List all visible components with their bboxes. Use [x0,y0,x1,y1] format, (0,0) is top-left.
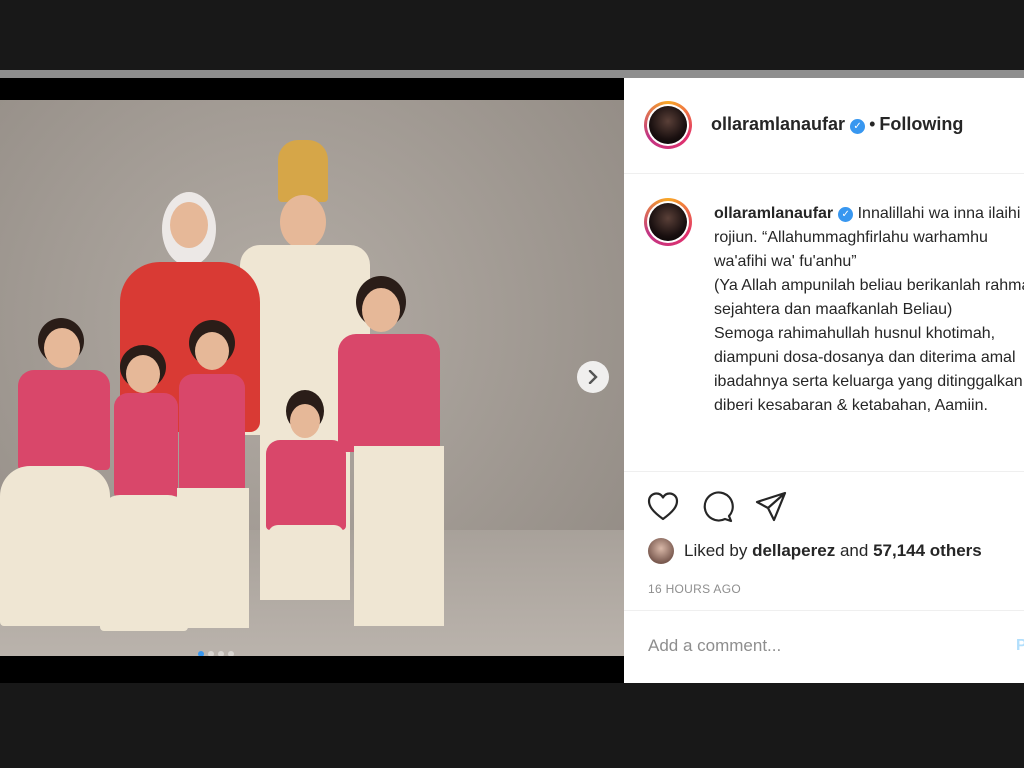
top-gray-strip [0,70,1024,78]
carousel-dots [198,651,234,656]
caption-text: ollaramlanaufar ✓ Innalillahi wa inna ila… [714,202,1024,418]
top-black-bar [0,0,1024,70]
figure-girl-3 [175,320,255,640]
carousel-dot [208,651,214,656]
caption-username[interactable]: ollaramlanaufar [714,205,833,222]
bottom-black-bar [0,683,1024,768]
post-photo[interactable] [0,100,624,656]
liker-avatar[interactable] [648,538,674,564]
caption-avatar[interactable] [644,198,692,246]
post-comment-button[interactable]: P [1016,637,1024,655]
post-media [0,78,624,683]
likes-summary: Liked by dellaperez and 57,144 others [648,538,982,564]
header-separator: • [869,114,876,134]
post-timestamp[interactable]: 16 HOURS AGO [648,582,741,596]
carousel-dot [218,651,224,656]
verified-badge-icon: ✓ [850,119,866,134]
header-text: ollaramlanaufar ✓ • Following [711,114,963,135]
share-icon[interactable] [754,490,788,524]
actions-area: Liked by dellaperez and 57,144 others 16… [624,471,1024,684]
caption-area: ollaramlanaufar ✓ Innalillahi wa inna ila… [624,174,1024,470]
comment-input[interactable] [646,635,990,657]
figure-girl-5 [338,276,448,646]
action-icons [646,490,788,524]
likes-others[interactable]: 57,144 others [873,541,982,561]
profile-avatar[interactable] [644,101,692,149]
post-sidebar: ollaramlanaufar ✓ • Following ollaramlanauf… [624,78,1024,683]
comment-icon[interactable] [700,490,734,524]
following-button[interactable]: Following [879,114,963,134]
carousel-next-button[interactable] [577,361,609,393]
instagram-post: ollaramlanaufar ✓ • Following ollaramlanauf… [0,78,1024,683]
liker-username[interactable]: dellaperez [752,541,835,561]
caption-line: (Ya Allah ampunilah beliau berikanlah ra… [714,277,1024,318]
header-username[interactable]: ollaramlanaufar [711,114,845,134]
carousel-dot [228,651,234,656]
post-header: ollaramlanaufar ✓ • Following [624,78,1024,174]
verified-badge-icon: ✓ [838,207,854,222]
carousel-dot [198,651,204,656]
heart-icon[interactable] [646,490,680,524]
likes-prefix: Liked by [684,541,748,560]
chevron-right-icon [588,370,598,384]
likes-connector: and [839,541,869,560]
caption-line: Semoga rahimahullah husnul khotimah, dia… [714,325,1023,414]
comment-row: P [624,610,1024,685]
figure-girl-1 [0,318,116,638]
